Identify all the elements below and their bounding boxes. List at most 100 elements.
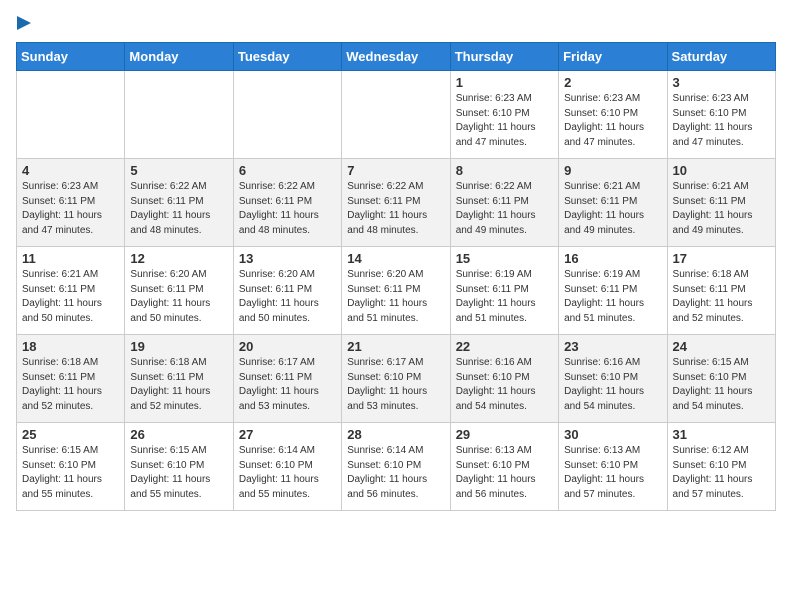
day-info: Sunrise: 6:17 AM Sunset: 6:10 PM Dayligh… (347, 356, 444, 414)
calendar-cell: 3 Sunrise: 6:23 AM Sunset: 6:10 PM Daylig… (667, 71, 775, 159)
calendar-week-3: 11 Sunrise: 6:21 AM Sunset: 6:11 PM Dayli… (17, 247, 776, 335)
day-number: 13 (239, 251, 336, 266)
calendar-cell: 17Sunrise: 6:18 AM Sunset: 6:11 PM Dayli… (667, 247, 775, 335)
day-number: 23 (564, 339, 661, 354)
day-info: Sunrise: 6:14 AM Sunset: 6:10 PM Dayligh… (239, 444, 336, 502)
day-info: Sunrise: 6:23 AM Sunset: 6:11 PM Dayligh… (22, 180, 119, 238)
calendar-cell: 1Sunrise: 6:23 AM Sunset: 6:10 PM Daylig… (450, 71, 558, 159)
calendar-cell: 27Sunrise: 6:14 AM Sunset: 6:10 PM Dayli… (233, 423, 341, 511)
day-number: 22 (456, 339, 553, 354)
calendar-cell (342, 71, 450, 159)
calendar-cell (125, 71, 233, 159)
day-number: 28 (347, 427, 444, 442)
day-info: Sunrise: 6:15 AM Sunset: 6:10 PM Dayligh… (673, 356, 770, 414)
weekday-header-wednesday: Wednesday (342, 43, 450, 71)
calendar-cell: 5 Sunrise: 6:22 AM Sunset: 6:11 PM Daylig… (125, 159, 233, 247)
day-number: 14 (347, 251, 444, 266)
day-number: 20 (239, 339, 336, 354)
calendar-cell: 16 Sunrise: 6:19 AM Sunset: 6:11 PM Dayli… (559, 247, 667, 335)
day-number: 10 (673, 163, 770, 178)
day-info: Sunrise: 6:21 AM Sunset: 6:11 PM Dayligh… (22, 268, 119, 326)
day-info: Sunrise: 6:18 AM Sunset: 6:11 PM Dayligh… (22, 356, 119, 414)
day-number: 16 (564, 251, 661, 266)
weekday-header-row: SundayMondayTuesdayWednesdayThursdayFrid… (17, 43, 776, 71)
day-info: Sunrise: 6:20 AM Sunset: 6:11 PM Dayligh… (347, 268, 444, 326)
day-info: Sunrise: 6:21 AM Sunset: 6:11 PM Dayligh… (673, 180, 770, 238)
calendar-cell: 8 Sunrise: 6:22 AM Sunset: 6:11 PM Daylig… (450, 159, 558, 247)
day-number: 25 (22, 427, 119, 442)
calendar-week-2: 4 Sunrise: 6:23 AM Sunset: 6:11 PM Daylig… (17, 159, 776, 247)
day-number: 15 (456, 251, 553, 266)
day-info: Sunrise: 6:22 AM Sunset: 6:11 PM Dayligh… (239, 180, 336, 238)
day-info: Sunrise: 6:17 AM Sunset: 6:11 PM Dayligh… (239, 356, 336, 414)
day-info: Sunrise: 6:13 AM Sunset: 6:10 PM Dayligh… (564, 444, 661, 502)
calendar-cell: 18 Sunrise: 6:18 AM Sunset: 6:11 PM Dayli… (17, 335, 125, 423)
day-info: Sunrise: 6:22 AM Sunset: 6:11 PM Dayligh… (456, 180, 553, 238)
calendar-cell: 10 Sunrise: 6:21 AM Sunset: 6:11 PM Dayli… (667, 159, 775, 247)
day-info: Sunrise: 6:19 AM Sunset: 6:11 PM Dayligh… (456, 268, 553, 326)
calendar-cell: 9Sunrise: 6:21 AM Sunset: 6:11 PM Daylig… (559, 159, 667, 247)
calendar-cell: 13 Sunrise: 6:20 AM Sunset: 6:11 PM Dayli… (233, 247, 341, 335)
day-info: Sunrise: 6:18 AM Sunset: 6:11 PM Dayligh… (130, 356, 227, 414)
day-info: Sunrise: 6:13 AM Sunset: 6:10 PM Dayligh… (456, 444, 553, 502)
calendar-week-5: 25 Sunrise: 6:15 AM Sunset: 6:10 PM Dayli… (17, 423, 776, 511)
calendar-cell: 26 Sunrise: 6:15 AM Sunset: 6:10 PM Dayli… (125, 423, 233, 511)
calendar-cell: 12Sunrise: 6:20 AM Sunset: 6:11 PM Dayli… (125, 247, 233, 335)
day-info: Sunrise: 6:22 AM Sunset: 6:11 PM Dayligh… (130, 180, 227, 238)
page-header (16, 16, 776, 30)
calendar-week-4: 18 Sunrise: 6:18 AM Sunset: 6:11 PM Dayli… (17, 335, 776, 423)
calendar-cell: 20 Sunrise: 6:17 AM Sunset: 6:11 PM Dayli… (233, 335, 341, 423)
day-number: 12 (130, 251, 227, 266)
calendar-cell: 21Sunrise: 6:17 AM Sunset: 6:10 PM Dayli… (342, 335, 450, 423)
calendar-cell: 15 Sunrise: 6:19 AM Sunset: 6:11 PM Dayli… (450, 247, 558, 335)
calendar-cell: 7 Sunrise: 6:22 AM Sunset: 6:11 PM Daylig… (342, 159, 450, 247)
calendar-cell: 6 Sunrise: 6:22 AM Sunset: 6:11 PM Daylig… (233, 159, 341, 247)
calendar-week-1: 1Sunrise: 6:23 AM Sunset: 6:10 PM Daylig… (17, 71, 776, 159)
day-info: Sunrise: 6:15 AM Sunset: 6:10 PM Dayligh… (22, 444, 119, 502)
day-number: 4 (22, 163, 119, 178)
calendar-cell: 30 Sunrise: 6:13 AM Sunset: 6:10 PM Dayli… (559, 423, 667, 511)
calendar-cell: 4 Sunrise: 6:23 AM Sunset: 6:11 PM Daylig… (17, 159, 125, 247)
calendar-cell: 23 Sunrise: 6:16 AM Sunset: 6:10 PM Dayli… (559, 335, 667, 423)
calendar-cell: 19 Sunrise: 6:18 AM Sunset: 6:11 PM Dayli… (125, 335, 233, 423)
calendar-cell: 14 Sunrise: 6:20 AM Sunset: 6:11 PM Dayli… (342, 247, 450, 335)
day-number: 11 (22, 251, 119, 266)
day-number: 26 (130, 427, 227, 442)
weekday-header-friday: Friday (559, 43, 667, 71)
day-info: Sunrise: 6:20 AM Sunset: 6:11 PM Dayligh… (239, 268, 336, 326)
day-info: Sunrise: 6:21 AM Sunset: 6:11 PM Dayligh… (564, 180, 661, 238)
day-number: 31 (673, 427, 770, 442)
day-number: 24 (673, 339, 770, 354)
calendar-cell: 2Sunrise: 6:23 AM Sunset: 6:10 PM Daylig… (559, 71, 667, 159)
calendar-cell: 11 Sunrise: 6:21 AM Sunset: 6:11 PM Dayli… (17, 247, 125, 335)
day-info: Sunrise: 6:16 AM Sunset: 6:10 PM Dayligh… (456, 356, 553, 414)
weekday-header-thursday: Thursday (450, 43, 558, 71)
day-number: 3 (673, 75, 770, 90)
day-number: 30 (564, 427, 661, 442)
day-number: 8 (456, 163, 553, 178)
calendar-cell: 22 Sunrise: 6:16 AM Sunset: 6:10 PM Dayli… (450, 335, 558, 423)
weekday-header-sunday: Sunday (17, 43, 125, 71)
calendar-table: SundayMondayTuesdayWednesdayThursdayFrid… (16, 42, 776, 511)
day-number: 17 (673, 251, 770, 266)
day-number: 18 (22, 339, 119, 354)
logo-flag-icon (17, 16, 31, 30)
calendar-cell: 24 Sunrise: 6:15 AM Sunset: 6:10 PM Dayli… (667, 335, 775, 423)
logo (16, 16, 31, 30)
day-number: 7 (347, 163, 444, 178)
day-number: 5 (130, 163, 227, 178)
day-info: Sunrise: 6:16 AM Sunset: 6:10 PM Dayligh… (564, 356, 661, 414)
day-info: Sunrise: 6:23 AM Sunset: 6:10 PM Dayligh… (564, 92, 661, 150)
calendar-cell: 25 Sunrise: 6:15 AM Sunset: 6:10 PM Dayli… (17, 423, 125, 511)
day-number: 6 (239, 163, 336, 178)
calendar-cell (17, 71, 125, 159)
day-number: 19 (130, 339, 227, 354)
day-info: Sunrise: 6:23 AM Sunset: 6:10 PM Dayligh… (673, 92, 770, 150)
day-info: Sunrise: 6:22 AM Sunset: 6:11 PM Dayligh… (347, 180, 444, 238)
calendar-cell: 31Sunrise: 6:12 AM Sunset: 6:10 PM Dayli… (667, 423, 775, 511)
weekday-header-tuesday: Tuesday (233, 43, 341, 71)
weekday-header-monday: Monday (125, 43, 233, 71)
day-info: Sunrise: 6:15 AM Sunset: 6:10 PM Dayligh… (130, 444, 227, 502)
day-info: Sunrise: 6:19 AM Sunset: 6:11 PM Dayligh… (564, 268, 661, 326)
calendar-cell: 28Sunrise: 6:14 AM Sunset: 6:10 PM Dayli… (342, 423, 450, 511)
